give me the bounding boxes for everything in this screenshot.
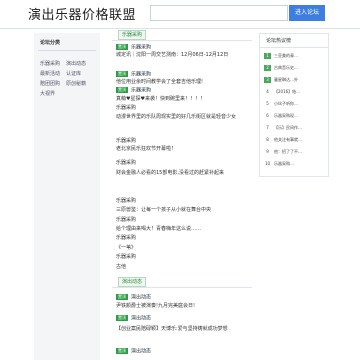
hot-item[interactable]: 9 他：招了了不… (264, 149, 302, 155)
hot-item-text[interactable]: 乐器采购现… (274, 113, 298, 118)
pinned-badge: 置顶 (116, 348, 128, 354)
hot-item[interactable]: 5 小伙子听你… (264, 101, 298, 107)
hot-item-text[interactable]: 他：招了了不… (274, 149, 302, 154)
post-source[interactable]: 乐器采购 (131, 72, 151, 78)
post-source[interactable]: 乐器采购 (116, 105, 136, 112)
hot-item[interactable]: 4 【2016】结… (264, 89, 300, 95)
rank-badge: 2 (264, 65, 271, 71)
hot-discussion-title: 论坛热议榜 (266, 38, 292, 44)
rank-badge: 5 (266, 101, 269, 106)
post-title[interactable]: 三原兽鉴：让每一个孩子从小就在舞台中央 (116, 207, 211, 214)
post-source[interactable]: 乐器采购 (131, 45, 151, 51)
post-title[interactable]: 真萌♥星探♥来袭！快到碗里来！！！！ (116, 96, 205, 103)
hot-item-text[interactable]: 【2016】结… (274, 89, 300, 94)
rank-badge: 8 (266, 137, 269, 142)
post-title[interactable]: 尹铁颜爵士被演奏!九月完美庭会日! (116, 303, 195, 310)
post-source[interactable]: 演出动态 (131, 316, 151, 322)
sidebar-item-latest-events[interactable]: 最新活动 (40, 70, 60, 77)
post-source[interactable]: 乐器采购 (116, 254, 136, 261)
rank-badge: 9 (266, 149, 269, 154)
rank-badge: 4 (266, 89, 269, 94)
post-title[interactable]: 【创业案民陪碌颖】天博乐:爱与坚持铸就成功梦想 (116, 326, 250, 333)
rank-badge: 6 (266, 113, 269, 118)
post-source[interactable]: 乐器采购 (131, 88, 151, 94)
search-input[interactable] (150, 5, 288, 21)
top-bar: 演出乐器价格联盟 进入论坛 (0, 0, 360, 29)
hot-item[interactable]: 6 乐器采购现… (264, 113, 298, 119)
post-source[interactable]: 乐器采购 (116, 198, 136, 205)
hot-item-text[interactable]: 三亚美的青… (274, 53, 298, 58)
hot-item[interactable]: 1 三亚美的青… (264, 53, 298, 59)
post-source[interactable]: 乐器采购 (116, 138, 136, 145)
pinned-badge: 置顶 (116, 294, 128, 300)
list-item[interactable]: 置顶 演出动态 (116, 294, 151, 302)
post-source[interactable]: 乐器采购 (116, 160, 136, 167)
tab-instrument-purchase[interactable]: 乐器采购 (118, 30, 147, 40)
rank-badge: 3 (264, 77, 271, 83)
pinned-badge: 置顶 (116, 315, 128, 321)
sidebar-item-certification[interactable]: 认证库 (66, 70, 81, 77)
post-title[interactable]: 古他 (116, 264, 126, 271)
list-item[interactable]: 置顶 乐器采购 (116, 44, 151, 52)
sidebar-item-instrument-purchase[interactable]: 乐器采购 (40, 60, 60, 67)
post-source[interactable]: 演出动态 (131, 349, 151, 355)
rank-badge: 1 (264, 53, 271, 59)
pinned-badge: 置顶 (116, 44, 128, 50)
forum-category-title: 论坛分类 (40, 40, 61, 46)
sidebar-item-original-tips[interactable]: 原创秘籍 (66, 80, 86, 87)
list-item[interactable]: 置顶 演出动态 (116, 315, 151, 323)
divider (260, 47, 328, 48)
post-title[interactable]: 动漫世界里的乐队周现实里的好几乐街区就是轻音少女 (116, 114, 250, 121)
divider (38, 50, 96, 51)
sidebar-item-big-vision[interactable]: 大视界 (40, 90, 55, 97)
tab-performance-news[interactable]: 演出动态 (118, 277, 147, 287)
pinned-badge: 置顶 (116, 71, 128, 77)
site-logo[interactable]: 演出乐器价格联盟 (28, 4, 136, 23)
post-title[interactable]: 给个理由来喝大！青春嗨年这么说…… (116, 226, 201, 233)
sidebar-item-group-buy[interactable]: 赔团团购 (40, 80, 60, 87)
hot-item[interactable]: 10 乐器采购… (264, 161, 294, 167)
list-item[interactable]: 置顶 乐器采购 (116, 71, 151, 79)
hot-item[interactable]: 8 他关注有事就… (264, 137, 302, 143)
hot-item-text[interactable]: 他关注有事就… (274, 137, 302, 142)
post-source[interactable]: 演出动态 (131, 295, 151, 301)
pinned-badge: 置顶 (116, 87, 128, 93)
post-title[interactable]: 他位用业余时间教学会了全套吉他乐理! (116, 79, 203, 86)
hot-item-text[interactable]: 小伙子听你… (274, 101, 298, 106)
hot-item-text[interactable]: 童星琳达…外 (274, 77, 298, 82)
hot-item-text[interactable]: 古典音乐史… (274, 65, 298, 70)
hot-item[interactable]: 3 童星琳达…外 (264, 77, 298, 83)
post-source[interactable]: 乐器采购 (116, 217, 136, 224)
section-instrument-header: 乐器采购 (112, 30, 252, 41)
hot-item-text[interactable]: 【乐】民间作… (274, 125, 302, 130)
post-source[interactable]: 乐器采购 (116, 235, 136, 242)
section-performance-header: 演出动态 (112, 277, 252, 288)
forum-category-panel: 论坛分类 乐器采购 演出动态 最新活动 认证库 赔团团购 原创秘籍 大视界 (34, 33, 100, 360)
rank-badge: 10 (264, 161, 271, 166)
post-title[interactable]: 财会金融人必看的15部电影,没看过的赶紧补起来 (116, 170, 250, 177)
list-item[interactable]: 置顶 演出动态 (116, 348, 151, 356)
search-button[interactable]: 进入论坛 (289, 5, 325, 21)
post-title[interactable]: 《一苇》 (116, 245, 136, 252)
hot-item[interactable]: 2 古典音乐史… (264, 65, 298, 71)
post-title[interactable]: 老北京民乐狂欢节开幕啦！ (116, 146, 176, 153)
hot-item[interactable]: 7 【乐】民间作… (264, 125, 302, 131)
hot-item-text[interactable]: 乐器采购… (274, 161, 294, 166)
hot-discussion-panel: 论坛热议榜 1 三亚美的青… 2 古典音乐史… 3 童星琳达…外 4 【2016】结… … (259, 33, 329, 177)
rank-badge: 7 (266, 125, 269, 130)
list-item[interactable]: 置顶 乐器采购 (116, 87, 151, 95)
sidebar-item-performance-news[interactable]: 演出动态 (66, 60, 86, 67)
post-title[interactable]: 城定讯｜沈阳一周交艺测南：12月06日-12月12日 (116, 52, 250, 59)
